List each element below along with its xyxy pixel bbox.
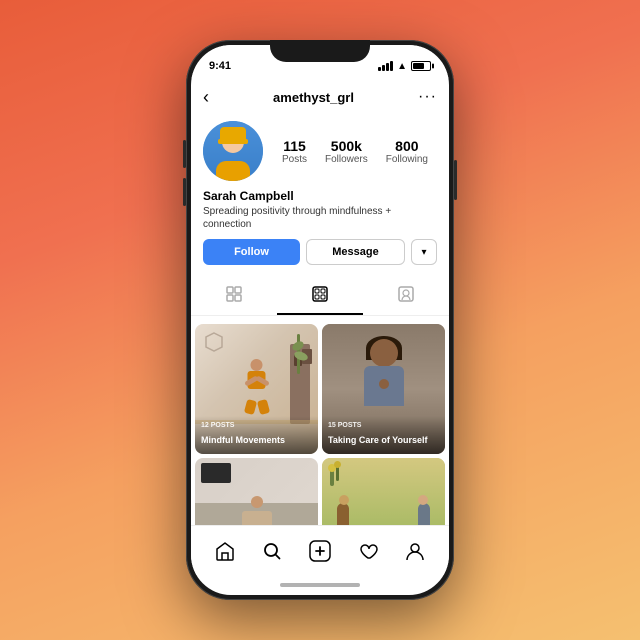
content-area: 12 POSTS Mindful Movements 15 POSTS Taki [191, 320, 449, 525]
back-button[interactable]: ‹ [203, 87, 209, 108]
profile-top: 115 Posts 500k Followers 800 Following [203, 121, 437, 181]
card-posts-1: 12 POSTS [201, 422, 312, 429]
phone-frame: 9:41 ▲ ‹ amethyst_grl ··· [186, 40, 454, 600]
profile-section: 115 Posts 500k Followers 800 Following S… [191, 115, 449, 279]
volume-up-button[interactable] [183, 140, 186, 168]
posts-count: 115 [282, 138, 307, 154]
search-icon [262, 541, 282, 561]
phone-screen: 9:41 ▲ ‹ amethyst_grl ··· [191, 45, 449, 595]
heart-icon [358, 541, 378, 561]
profile-bio: Spreading positivity through mindfulness… [203, 205, 437, 231]
signal-icon [378, 61, 393, 71]
profile-name: Sarah Campbell [203, 189, 437, 203]
status-time: 9:41 [209, 60, 231, 72]
home-icon [215, 541, 235, 561]
message-button[interactable]: Message [306, 239, 405, 265]
posts-label: Posts [282, 154, 307, 165]
grid-row [195, 458, 445, 525]
bottom-nav [191, 525, 449, 575]
nav-search[interactable] [254, 533, 290, 569]
dropdown-button[interactable]: ▾ [411, 239, 437, 265]
card-overlay-1: 12 POSTS Mindful Movements [195, 416, 318, 454]
notch [270, 45, 370, 62]
card-title-2: Taking Care of Yourself [328, 435, 428, 445]
tagged-icon [398, 286, 414, 307]
page-title: amethyst_grl [273, 90, 354, 105]
card-posts-2: 15 POSTS [328, 422, 439, 429]
nav-home[interactable] [207, 533, 243, 569]
tab-reels[interactable] [277, 279, 363, 315]
avatar[interactable] [203, 121, 263, 181]
nav-activity[interactable] [350, 533, 386, 569]
hexagon-icon [205, 332, 223, 352]
top-bar: ‹ amethyst_grl ··· [191, 79, 449, 115]
grid-icon [226, 286, 242, 307]
card-title-1: Mindful Movements [201, 435, 285, 445]
power-button[interactable] [454, 160, 457, 200]
profile-icon [405, 541, 425, 561]
volume-down-button[interactable] [183, 178, 186, 206]
battery-icon [411, 61, 431, 71]
add-icon [309, 540, 331, 562]
action-buttons: Follow Message ▾ [203, 239, 437, 265]
status-icons: ▲ [378, 61, 431, 72]
following-label: Following [386, 154, 428, 165]
reels-icon [312, 286, 328, 307]
follow-button[interactable]: Follow [203, 239, 300, 265]
following-stat[interactable]: 800 Following [386, 138, 428, 165]
card-overlay-2: 15 POSTS Taking Care of Yourself [322, 416, 445, 454]
grid-card-1[interactable] [195, 458, 318, 525]
home-indicator [191, 575, 449, 595]
nav-profile[interactable] [397, 533, 433, 569]
followers-label: Followers [325, 154, 368, 165]
posts-stat[interactable]: 115 Posts [282, 138, 307, 165]
followers-count: 500k [325, 138, 368, 154]
followers-stat[interactable]: 500k Followers [325, 138, 368, 165]
following-count: 800 [386, 138, 428, 154]
tab-tagged[interactable] [363, 279, 449, 315]
stats-row: 115 Posts 500k Followers 800 Following [273, 138, 437, 165]
wifi-icon: ▲ [397, 61, 407, 72]
nav-add[interactable] [302, 533, 338, 569]
more-options-button[interactable]: ··· [418, 88, 437, 106]
profile-tabs [191, 279, 449, 316]
highlights-row: 12 POSTS Mindful Movements 15 POSTS Taki [195, 324, 445, 454]
grid-card-2[interactable] [322, 458, 445, 525]
tab-grid[interactable] [191, 279, 277, 315]
highlight-card-1[interactable]: 12 POSTS Mindful Movements [195, 324, 318, 454]
highlight-card-2[interactable]: 15 POSTS Taking Care of Yourself [322, 324, 445, 454]
